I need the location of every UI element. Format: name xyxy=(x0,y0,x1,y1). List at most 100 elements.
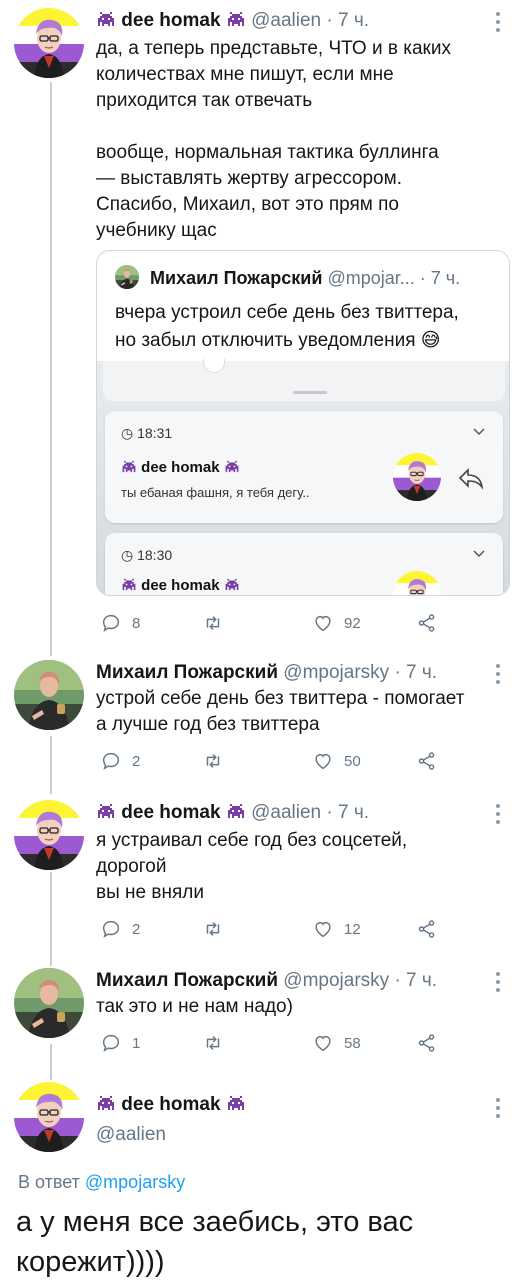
more-options-icon[interactable] xyxy=(496,804,502,828)
heart-icon xyxy=(315,1035,331,1052)
retweet-icon xyxy=(206,921,220,937)
retweet-icon xyxy=(206,615,220,631)
share-icon xyxy=(418,614,435,632)
avatar xyxy=(393,453,441,501)
invader-icon xyxy=(122,578,136,591)
retweet-button[interactable] xyxy=(202,610,234,636)
share-button[interactable] xyxy=(416,610,448,636)
tweet-header: Михаил Пожарский @mpojarsky · 7 ч. xyxy=(96,968,484,994)
display-name[interactable]: Михаил Пожарский xyxy=(96,970,278,991)
retweet-button[interactable] xyxy=(202,1030,234,1056)
avatar xyxy=(115,265,139,289)
tweet-header: dee homak xyxy=(96,1092,484,1118)
retweet-button[interactable] xyxy=(202,748,234,774)
avatar[interactable] xyxy=(14,660,84,730)
display-name[interactable]: dee homak xyxy=(121,10,220,31)
user-handle[interactable]: @aalien xyxy=(251,802,321,823)
notification-time: ◷ 18:31 xyxy=(121,425,173,441)
reply-count: 1 xyxy=(132,1034,141,1052)
notification-title: dee homak xyxy=(121,577,240,594)
timestamp[interactable]: 7 ч. xyxy=(338,802,369,823)
tweet[interactable]: Михаил Пожарский @mpojarsky · 7 ч. так э… xyxy=(0,968,524,1058)
quoted-tweet[interactable]: Михаил Пожарский @mpojar... · 7 ч. вчера… xyxy=(96,250,510,596)
tweet-header: dee homak @aalien · 7 ч. xyxy=(96,8,484,34)
screenshot-image[interactable]: ◷ 18:31 dee homak ты ебаная фашня, я теб… xyxy=(97,359,509,595)
user-handle: @mpojar... xyxy=(327,268,415,288)
reply-count: 8 xyxy=(132,614,141,632)
reply-button[interactable]: 8 xyxy=(100,610,140,636)
user-handle[interactable]: @aalien xyxy=(251,10,321,31)
display-name[interactable]: Михаил Пожарский xyxy=(96,662,278,683)
share-icon xyxy=(418,752,435,770)
like-count: 50 xyxy=(344,752,361,770)
tweet-header: dee homak @aalien · 7 ч. xyxy=(96,800,484,826)
like-button[interactable]: 92 xyxy=(312,610,361,636)
invader-icon xyxy=(227,804,244,818)
share-button[interactable] xyxy=(416,1030,448,1056)
invader-icon xyxy=(227,1096,244,1110)
retweet-button[interactable] xyxy=(202,916,234,942)
focused-tweet-text: а у меня все заебись, это вас корежит)))… xyxy=(16,1206,414,1278)
more-options-icon[interactable] xyxy=(496,664,502,688)
tweet[interactable]: Михаил Пожарский @mpojarsky · 7 ч. устро… xyxy=(0,660,524,780)
timestamp[interactable]: 7 ч. xyxy=(338,10,369,31)
more-options-icon[interactable] xyxy=(496,12,502,36)
like-button[interactable]: 12 xyxy=(312,916,361,942)
share-icon xyxy=(418,920,435,938)
avatar[interactable] xyxy=(14,968,84,1038)
avatar[interactable] xyxy=(14,8,84,78)
quoted-tweet-header: Михаил Пожарский @mpojar... · 7 ч. xyxy=(115,265,499,290)
reply-icon xyxy=(102,752,120,770)
separator-dot: · xyxy=(419,268,426,288)
quoted-tweet-text: вчера устроил себе день без твиттера, но… xyxy=(115,302,459,351)
display-name[interactable]: dee homak xyxy=(121,802,220,823)
like-button[interactable]: 58 xyxy=(312,1030,361,1056)
reply-context: В ответ @mpojarsky xyxy=(18,1172,185,1193)
timestamp[interactable]: 7 ч. xyxy=(406,970,437,991)
retweet-icon xyxy=(206,753,220,769)
invader-icon xyxy=(98,804,114,818)
heart-icon xyxy=(315,753,331,770)
invader-icon xyxy=(98,1096,114,1110)
display-name[interactable]: dee homak xyxy=(121,1094,220,1115)
invader-icon xyxy=(122,460,136,473)
avatar[interactable] xyxy=(14,800,84,870)
tweet-header: Михаил Пожарский @mpojarsky · 7 ч. xyxy=(96,660,484,686)
tweet[interactable]: dee homak @aalien · 7 ч. да, а теперь пр… xyxy=(0,8,524,648)
invader-icon xyxy=(98,12,114,26)
tweet[interactable]: dee homak @aalien · 7 ч. я устраивал себ… xyxy=(0,800,524,950)
tweet-actions: 2 12 xyxy=(100,916,460,942)
invader-icon xyxy=(227,12,244,26)
notification-card: ◷ 18:31 dee homak ты ебаная фашня, я теб… xyxy=(105,411,503,523)
timestamp[interactable]: 7 ч. xyxy=(406,662,437,683)
heart-icon xyxy=(315,615,331,632)
reply-button[interactable]: 2 xyxy=(100,748,140,774)
tweet-text: устрой себе день без твиттера - помогает… xyxy=(96,688,465,735)
like-button[interactable]: 50 xyxy=(312,748,361,774)
notification-body: ты ебаная фашня, я тебя дегу.. xyxy=(121,485,310,500)
share-button[interactable] xyxy=(416,748,448,774)
invader-icon xyxy=(225,460,239,473)
tweet-actions: 2 50 xyxy=(100,748,460,774)
reply-button[interactable]: 1 xyxy=(100,1030,140,1056)
user-handle[interactable]: @mpojarsky xyxy=(283,662,389,683)
user-handle[interactable]: @aalien xyxy=(96,1124,166,1146)
reply-count: 2 xyxy=(132,920,141,938)
user-handle[interactable]: @mpojarsky xyxy=(283,970,389,991)
reply-count: 2 xyxy=(132,752,141,770)
more-options-icon[interactable] xyxy=(496,972,502,996)
reply-button[interactable]: 2 xyxy=(100,916,140,942)
avatar[interactable] xyxy=(14,1082,84,1152)
share-button[interactable] xyxy=(416,916,448,942)
reply-icon xyxy=(102,614,120,632)
avatar xyxy=(393,571,441,595)
separator-dot: · xyxy=(326,10,333,31)
reply-handle-link[interactable]: @mpojarsky xyxy=(85,1172,185,1192)
notification-time: ◷ 18:30 xyxy=(121,547,173,563)
separator-dot: · xyxy=(394,662,401,683)
like-count: 58 xyxy=(344,1034,361,1052)
timestamp: 7 ч. xyxy=(430,268,461,288)
tweet-text: так это и не нам надо) xyxy=(96,996,293,1017)
like-count: 92 xyxy=(344,614,361,632)
more-options-icon[interactable] xyxy=(496,1098,502,1122)
